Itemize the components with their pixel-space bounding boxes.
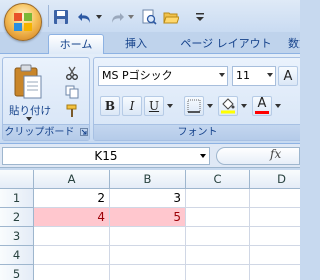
format-painter-icon[interactable] bbox=[63, 102, 81, 120]
cell-c2[interactable] bbox=[186, 208, 250, 227]
cell-a2[interactable]: 4 bbox=[34, 208, 110, 227]
cell-b4[interactable] bbox=[110, 246, 186, 265]
formula-input[interactable] bbox=[216, 147, 300, 165]
row-header[interactable]: 1 bbox=[0, 189, 34, 208]
undo-dropdown-icon[interactable] bbox=[94, 8, 104, 26]
italic-button[interactable]: I bbox=[122, 96, 142, 116]
underline-button[interactable]: U bbox=[144, 96, 164, 116]
borders-button[interactable] bbox=[184, 96, 204, 116]
row-header[interactable]: 2 bbox=[0, 208, 34, 227]
clipboard-icon bbox=[14, 64, 42, 99]
cell-d2[interactable] bbox=[250, 208, 300, 227]
qat-separator bbox=[48, 5, 49, 27]
open-icon[interactable] bbox=[162, 8, 180, 26]
column-header[interactable]: C bbox=[186, 170, 250, 189]
tab-home[interactable]: ホーム bbox=[48, 34, 104, 55]
row-header[interactable]: 3 bbox=[0, 227, 34, 246]
name-box[interactable]: K15 bbox=[2, 147, 210, 165]
print-preview-icon[interactable] bbox=[140, 8, 158, 26]
borders-icon bbox=[187, 99, 201, 113]
cell-d4[interactable] bbox=[250, 246, 300, 265]
cell-d5[interactable] bbox=[250, 265, 300, 280]
clipboard-group: 貼り付け クリップボード bbox=[2, 57, 90, 141]
column-header[interactable]: D bbox=[250, 170, 300, 189]
select-all-corner[interactable] bbox=[0, 170, 34, 189]
ribbon: 貼り付け クリップボード MS Pゴシック 11 A B I U A フォント bbox=[0, 54, 300, 144]
cell-c4[interactable] bbox=[186, 246, 250, 265]
fill-color-dropdown-icon[interactable] bbox=[241, 104, 247, 108]
fill-bucket-icon bbox=[221, 98, 235, 114]
paste-label: 貼り付け bbox=[9, 105, 51, 117]
column-header[interactable]: A bbox=[34, 170, 110, 189]
clipboard-group-label: クリップボード bbox=[3, 124, 89, 140]
office-logo-icon bbox=[14, 13, 32, 31]
column-header[interactable]: B bbox=[110, 170, 186, 189]
redo-dropdown-icon[interactable] bbox=[126, 8, 136, 26]
cell-b1[interactable]: 3 bbox=[110, 189, 186, 208]
save-icon[interactable] bbox=[52, 8, 70, 26]
font-color-button[interactable]: A bbox=[252, 96, 272, 116]
row-header[interactable]: 4 bbox=[0, 246, 34, 265]
cell-c5[interactable] bbox=[186, 265, 250, 280]
grow-font-button[interactable]: A bbox=[278, 66, 298, 86]
font-color-swatch bbox=[255, 111, 269, 114]
tab-page-layout[interactable]: ページ レイアウト bbox=[170, 34, 282, 54]
chevron-down-icon bbox=[219, 73, 225, 77]
redo-icon[interactable] bbox=[108, 8, 126, 26]
copy-icon[interactable] bbox=[63, 83, 81, 101]
dialog-launcher-icon[interactable] bbox=[79, 128, 88, 136]
insert-function-button[interactable]: fx bbox=[270, 147, 281, 161]
tab-insert[interactable]: 挿入 bbox=[118, 34, 154, 54]
cell-a1[interactable]: 2 bbox=[34, 189, 110, 208]
underline-dropdown-icon[interactable] bbox=[167, 104, 173, 108]
font-color-dropdown-icon[interactable] bbox=[275, 104, 281, 108]
font-name-select[interactable]: MS Pゴシック bbox=[98, 66, 228, 86]
title-bar bbox=[0, 0, 300, 32]
cell-a3[interactable] bbox=[34, 227, 110, 246]
office-button[interactable] bbox=[4, 3, 42, 41]
cell-d1[interactable] bbox=[250, 189, 300, 208]
excel-window: ホーム 挿入 ページ レイアウト 数式 貼り付け bbox=[0, 0, 300, 280]
chevron-down-icon bbox=[267, 73, 273, 77]
cell-c3[interactable] bbox=[186, 227, 250, 246]
cut-icon[interactable] bbox=[63, 64, 81, 82]
font-group: MS Pゴシック 11 A B I U A フォント bbox=[93, 57, 300, 141]
ribbon-tabs: ホーム 挿入 ページ レイアウト 数式 bbox=[0, 32, 300, 55]
cell-c1[interactable] bbox=[186, 189, 250, 208]
font-size-select[interactable]: 11 bbox=[232, 66, 276, 86]
cell-d3[interactable] bbox=[250, 227, 300, 246]
row-header[interactable]: 5 bbox=[0, 265, 34, 280]
font-group-label: フォント bbox=[94, 124, 300, 140]
undo-icon[interactable] bbox=[76, 8, 94, 26]
bold-button[interactable]: B bbox=[100, 96, 120, 116]
tab-formulas[interactable]: 数式 bbox=[284, 34, 300, 54]
borders-dropdown-icon[interactable] bbox=[207, 104, 213, 108]
fill-color-button[interactable] bbox=[218, 96, 238, 116]
paste-dropdown-icon bbox=[26, 117, 32, 121]
cell-b3[interactable] bbox=[110, 227, 186, 246]
name-box-dropdown-icon[interactable] bbox=[200, 154, 206, 158]
cell-a4[interactable] bbox=[34, 246, 110, 265]
paste-button[interactable]: 貼り付け bbox=[6, 61, 51, 121]
customize-qat-icon[interactable] bbox=[194, 8, 206, 26]
worksheet-grid[interactable]: A B C D 1 2 3 4 5 2 3 4 5 bbox=[0, 170, 300, 280]
cell-a5[interactable] bbox=[34, 265, 110, 280]
cell-b5[interactable] bbox=[110, 265, 186, 280]
cell-b2[interactable]: 5 bbox=[110, 208, 186, 227]
formula-bar: K15 fx bbox=[0, 144, 300, 168]
